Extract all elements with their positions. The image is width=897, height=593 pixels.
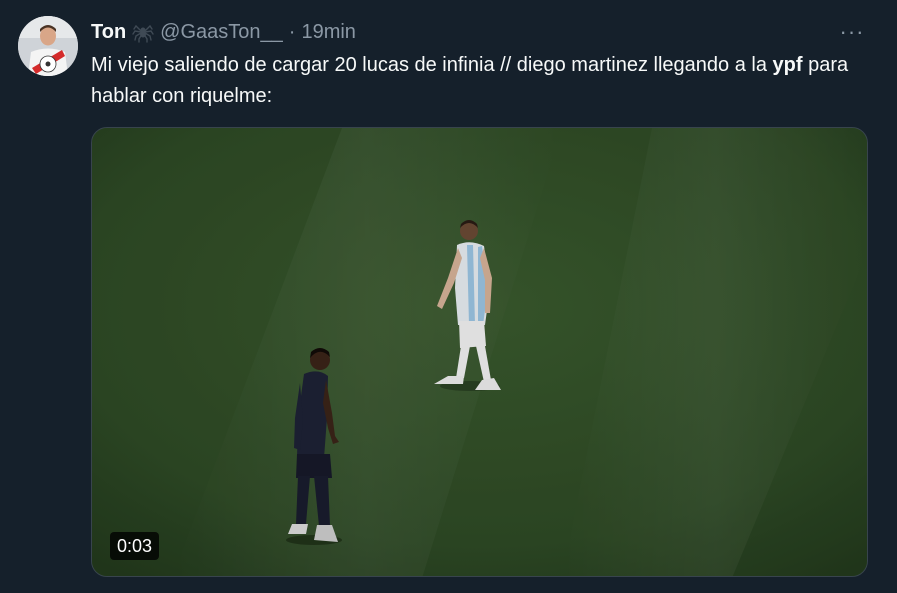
tweet-text: Mi viejo saliendo de cargar 20 lucas de …	[91, 50, 861, 112]
video-duration-badge: 0:03	[110, 532, 160, 560]
spider-icon	[132, 21, 154, 43]
user-handle[interactable]: @GaasTon__	[160, 21, 283, 44]
tweet-text-start: Mi viejo saliendo de cargar 20 lucas de …	[91, 54, 773, 76]
tweet-header: Ton @GaasTon__ · 19min	[91, 17, 356, 47]
video-player[interactable]: 0:03	[91, 127, 868, 577]
avatar-image	[18, 16, 78, 76]
tweet-text-bold: ypf	[772, 54, 803, 76]
video-frame	[92, 128, 867, 576]
tweet-card[interactable]: Ton @GaasTon__ · 19min ··· Mi viejo sali…	[0, 0, 897, 593]
separator-dot: ·	[288, 20, 296, 43]
avatar[interactable]	[18, 16, 78, 76]
display-name[interactable]: Ton	[91, 21, 126, 44]
more-horizontal-icon: ···	[839, 19, 865, 44]
more-options-button[interactable]: ···	[835, 18, 869, 46]
timestamp[interactable]: 19min	[301, 21, 355, 44]
